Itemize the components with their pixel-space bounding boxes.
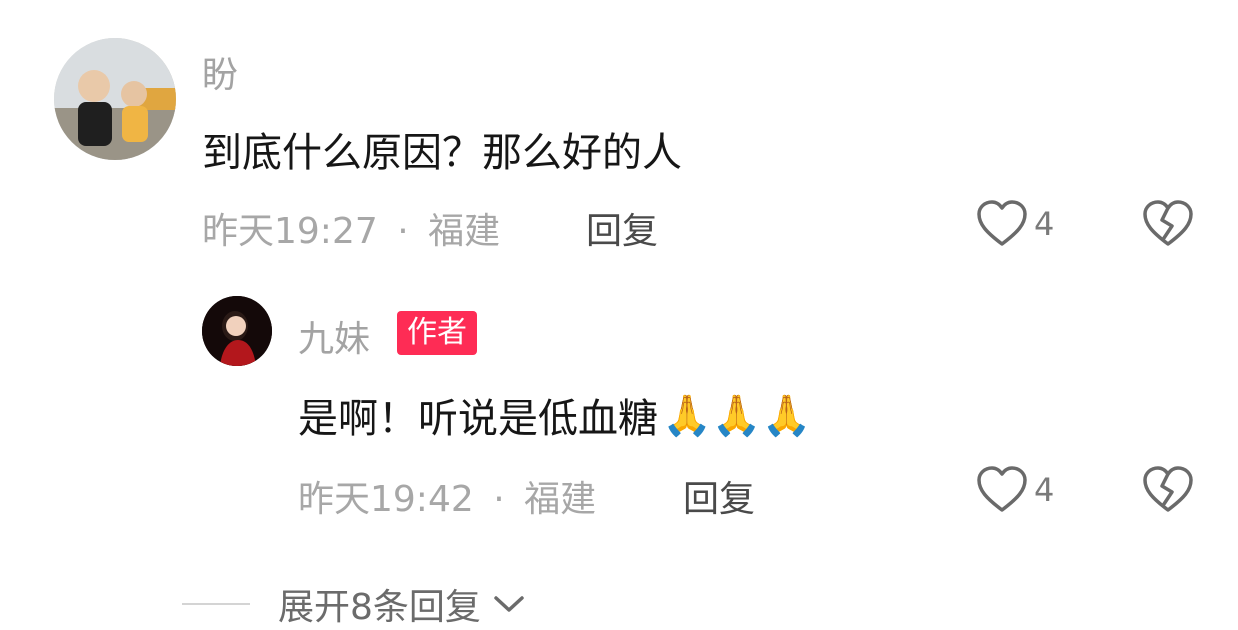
folded-hands-emoji: 🙏 xyxy=(711,392,762,439)
commenter-username[interactable]: 盼 xyxy=(202,46,238,98)
heart-icon xyxy=(977,466,1027,512)
reply-button[interactable]: 回复 xyxy=(586,202,658,254)
like-button[interactable]: 4 xyxy=(976,200,1054,248)
reply-location: 福建 xyxy=(524,479,597,520)
author-badge: 作者 xyxy=(397,311,477,355)
comment-meta: 昨天19:27 · 福建 xyxy=(202,202,500,254)
meta-separator: · xyxy=(397,211,409,252)
divider-line xyxy=(182,603,250,605)
commenter-avatar[interactable] xyxy=(54,38,176,160)
broken-heart-icon xyxy=(1143,466,1193,512)
comment-text: 到底什么原因？那么好的人 xyxy=(202,130,682,176)
like-count: 4 xyxy=(1034,471,1055,509)
dislike-button[interactable] xyxy=(1142,466,1194,518)
chevron-down-icon xyxy=(494,596,524,612)
reply-time: 昨天19:42 xyxy=(298,479,474,520)
meta-separator: · xyxy=(493,479,505,520)
expand-replies-button[interactable]: 展开8条回复 xyxy=(182,578,527,630)
reply-meta: 昨天19:42 · 福建 xyxy=(298,470,596,522)
dislike-button[interactable] xyxy=(1142,200,1194,252)
user-photo-avatar-icon xyxy=(54,38,176,160)
author-avatar[interactable] xyxy=(202,296,272,366)
reply-text-row: 是啊！听说是低血糖 🙏 🙏 🙏 xyxy=(298,386,811,444)
user-photo-avatar-icon xyxy=(202,296,272,366)
expand-replies-label: 展开8条回复 xyxy=(278,587,481,628)
author-username[interactable]: 九妹 xyxy=(298,310,370,362)
like-button[interactable]: 4 xyxy=(976,466,1054,514)
comment-location: 福建 xyxy=(428,211,501,252)
heart-icon xyxy=(977,200,1027,246)
folded-hands-emoji: 🙏 xyxy=(662,392,712,439)
reply-text: 是啊！听说是低血糖 xyxy=(298,396,658,442)
comment-time: 昨天19:27 xyxy=(202,211,378,252)
broken-heart-icon xyxy=(1143,200,1193,246)
folded-hands-emoji: 🙏 xyxy=(761,392,812,439)
reply-button[interactable]: 回复 xyxy=(683,470,755,522)
like-count: 4 xyxy=(1034,205,1055,243)
